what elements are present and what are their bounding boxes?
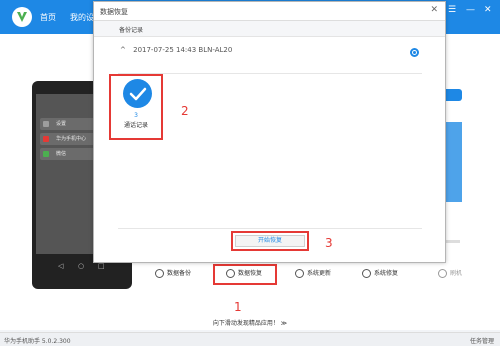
minimize-icon[interactable]: — <box>466 5 475 15</box>
backup-record-row[interactable]: ^ 2017-07-25 14:43 BLN-AL20 <box>120 46 232 54</box>
menu-icon[interactable]: ☰ <box>448 5 456 15</box>
update-icon <box>295 269 304 278</box>
check-icon <box>123 79 152 108</box>
toolbar-system-update[interactable]: 系统更新 <box>295 266 331 282</box>
start-restore-button[interactable]: 开始恢复 <box>235 235 305 247</box>
toolbar-system-repair[interactable]: 系统修复 <box>362 266 398 282</box>
side-action-button[interactable] <box>444 89 462 101</box>
call-log-label: 通话记录 <box>123 122 148 129</box>
scroll-hint[interactable]: 向下滑动发现精品应用！ ≫ <box>0 318 500 327</box>
restore-highlight-box <box>213 264 277 285</box>
app-version: 华为手机助手 5.0.2.300 <box>4 338 71 345</box>
side-progress <box>444 240 460 243</box>
backup-record-radio[interactable] <box>410 48 419 57</box>
nav-my-device[interactable]: 我的设 <box>70 12 94 23</box>
backup-record-header: 备份记录 <box>94 21 445 37</box>
toolbar-flash[interactable]: 刷机 <box>438 266 462 282</box>
backup-record-text: 2017-07-25 14:43 BLN-AL20 <box>133 46 233 54</box>
nav-home[interactable]: 首页 <box>40 12 56 23</box>
dialog-close-icon[interactable]: ✕ <box>430 5 438 15</box>
start-restore-highlight: 开始恢复 <box>231 231 309 251</box>
side-banner <box>444 122 462 202</box>
toolbar-backup[interactable]: 数据备份 <box>155 266 191 282</box>
backup-icon <box>155 269 164 278</box>
flash-icon <box>438 269 447 278</box>
task-manager-link[interactable]: 任务管理 <box>470 336 494 345</box>
phone-nav-bar: ◁ ○ □ <box>36 262 128 274</box>
annotation-3: 3 <box>325 236 333 250</box>
back-icon: ◁ <box>58 262 64 270</box>
home-icon: ○ <box>78 262 85 270</box>
backup-record-label: 备份记录 <box>119 27 144 34</box>
call-log-count: 3 <box>134 112 138 119</box>
window-close-icon[interactable]: ✕ <box>484 5 492 15</box>
annotation-2: 2 <box>181 104 189 118</box>
wrench-icon <box>362 269 371 278</box>
data-restore-dialog: 数据恢复 ✕ 备份记录 ^ 2017-07-25 14:43 BLN-AL20 … <box>93 1 446 263</box>
collapse-icon[interactable]: ^ <box>120 46 126 54</box>
status-bar: 华为手机助手 5.0.2.300 任务管理 <box>0 332 500 346</box>
recents-icon: □ <box>98 262 105 270</box>
annotation-1: 1 <box>234 300 242 314</box>
app-logo-icon <box>12 7 32 27</box>
dialog-title: 数据恢复 <box>100 8 128 16</box>
